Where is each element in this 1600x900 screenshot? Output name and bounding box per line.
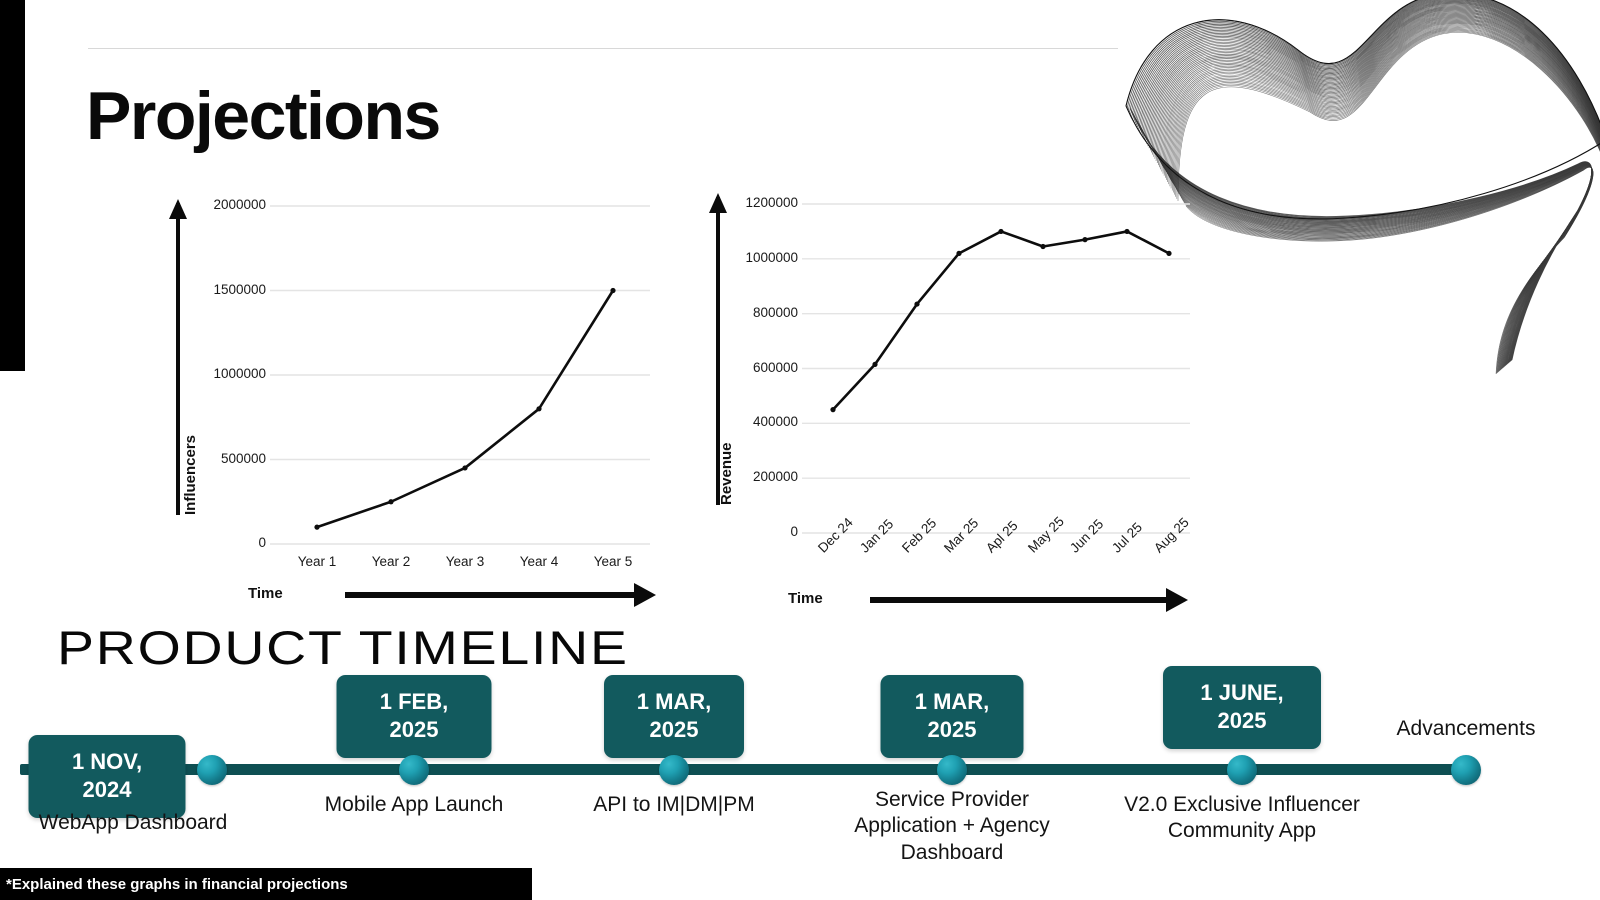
page-title: Projections (86, 78, 441, 154)
timeline-node-dot[interactable] (1451, 755, 1481, 785)
left-black-accent-bar (0, 0, 25, 371)
timeline-date-line: 2025 (1217, 708, 1267, 734)
timeline-node-dot[interactable] (937, 755, 967, 785)
y-axis-tick: 200000 (752, 469, 798, 485)
chart-revenue-x-axis-label: Time (788, 590, 823, 607)
timeline-milestone-label: API to IM|DM|PM (559, 792, 789, 818)
y-axis-tick: 1000000 (745, 249, 798, 265)
timeline-node-dot[interactable] (197, 755, 227, 785)
timeline-date-line: 1 MAR, (914, 689, 990, 714)
chart-influencers: Influencers Time 2000000 1500000 1000000 50… (160, 185, 680, 615)
chart-revenue: Revenue Time 1200000 1000000 800000 600000 4… (700, 185, 1220, 625)
timeline-node-dot[interactable] (659, 755, 689, 785)
timeline-label-line: V2.0 Exclusive Influencer (1124, 793, 1360, 816)
x-axis-tick: Year 3 (445, 554, 485, 569)
timeline-milestone-label: Service Provider Application + Agency Dash… (822, 787, 1082, 866)
x-axis-tick: Year 4 (519, 554, 559, 569)
timeline-label-line: Service Provider (874, 788, 1030, 811)
timeline-date-card: 1 JUNE, 2025 (1163, 666, 1321, 750)
y-axis-tick: 500000 (220, 450, 266, 466)
timeline-date-card: 1 FEB, 2025 (336, 675, 492, 759)
x-axis-tick: Year 2 (371, 554, 411, 569)
timeline-date-line: 1 NOV, (71, 749, 143, 774)
timeline-label-line: Advancements (1396, 717, 1536, 740)
chart-influencers-y-axis-label: Influencers (182, 434, 199, 515)
timeline-milestone-label: Advancements (1356, 716, 1576, 742)
timeline-date-line: 1 FEB, (379, 689, 449, 714)
timeline-label-line: API to IM|DM|PM (593, 793, 755, 816)
y-axis-tick: 2000000 (213, 197, 266, 212)
footnote-bar: *Explained these graphs in financial pro… (0, 868, 532, 900)
timeline-milestone-label: V2.0 Exclusive Influencer Community App (1092, 792, 1392, 845)
timeline-milestone-label: WebApp Dashboard (3, 810, 263, 836)
footnote-text: *Explained these graphs in financial pro… (6, 875, 348, 893)
timeline-date-line: 2025 (927, 717, 977, 743)
timeline-date-line: 2024 (82, 777, 132, 803)
y-axis-tick: 0 (258, 535, 266, 550)
timeline-date-card: 1 MAR, 2025 (604, 675, 744, 759)
y-axis-tick: 1000000 (213, 366, 266, 381)
timeline-date-card: 1 MAR, 2025 (880, 675, 1024, 759)
product-timeline-heading: PRODUCT TIMELINE (57, 621, 629, 674)
y-axis-tick: 800000 (752, 304, 798, 320)
y-axis-tick: 0 (790, 524, 798, 539)
timeline-label-line: Dashboard (900, 840, 1004, 864)
header-divider-rule (88, 48, 1118, 49)
timeline-label-line: Application + Agency (854, 814, 1050, 838)
y-axis-tick: 1200000 (745, 195, 798, 210)
timeline-node-dot[interactable] (1227, 755, 1257, 785)
timeline-date-line: 1 MAR, (636, 689, 712, 714)
y-axis-tick: 400000 (752, 414, 798, 430)
x-axis-tick: Year 1 (297, 554, 337, 569)
slide-canvas: Projections Influencers Time 2000000 1500… (0, 0, 1600, 900)
x-axis-tick: Year 5 (593, 554, 633, 569)
y-axis-tick: 600000 (752, 359, 798, 375)
timeline-date-line: 2025 (649, 717, 699, 743)
chart-influencers-x-axis-label: Time (248, 585, 283, 602)
chart-revenue-y-axis-label: Revenue (718, 442, 735, 505)
timeline-node-dot[interactable] (399, 755, 429, 785)
timeline-date-card: 1 NOV, 2024 (28, 735, 186, 819)
timeline-date-line: 1 JUNE, (1200, 680, 1284, 705)
y-axis-tick: 1500000 (213, 281, 266, 297)
timeline-label-line: Community App (1167, 819, 1317, 843)
timeline-milestone-label: Mobile App Launch (284, 792, 544, 818)
timeline-label-line: Mobile App Launch (324, 793, 504, 816)
timeline-label-line: WebApp Dashboard (38, 811, 228, 834)
timeline-date-line: 2025 (389, 717, 439, 743)
